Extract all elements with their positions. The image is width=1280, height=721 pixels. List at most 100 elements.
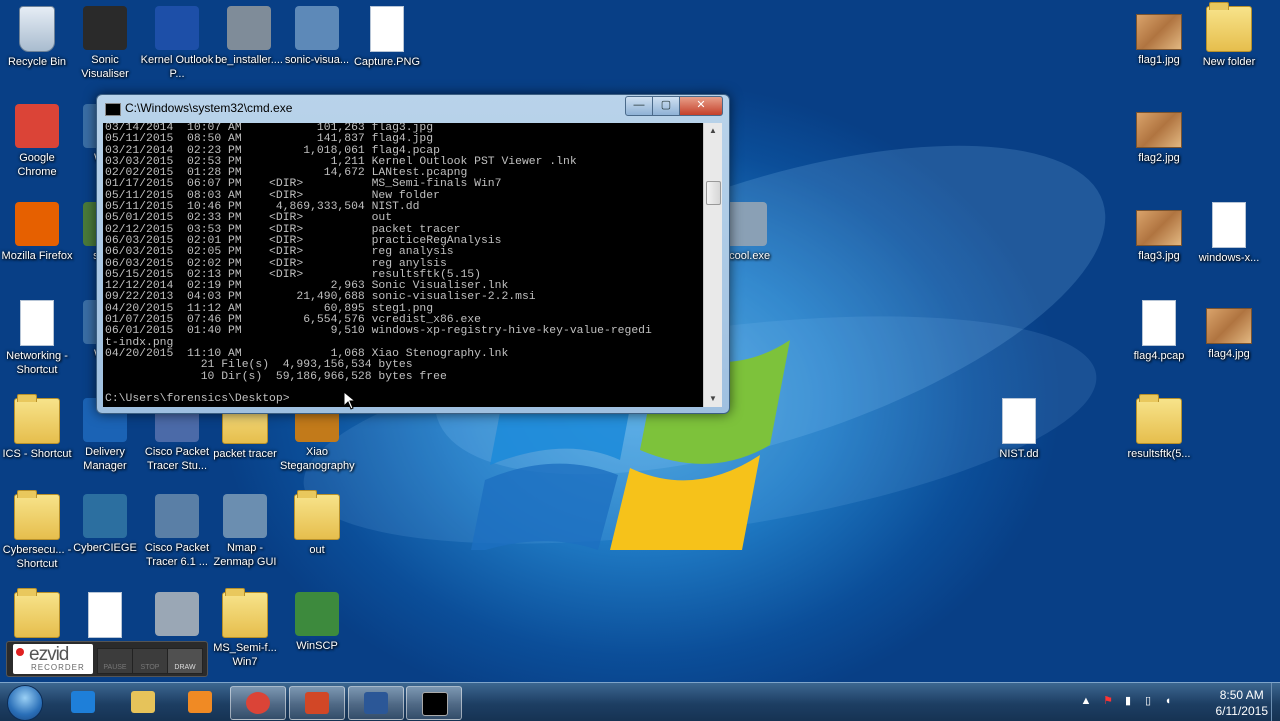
media-player-icon — [188, 691, 212, 713]
action-center-icon[interactable]: ⚑ — [1102, 695, 1114, 707]
desktop-icon-label: Kernel Outlook P... — [140, 54, 214, 80]
desktop-icon[interactable]: CyberCIEGE — [68, 494, 142, 555]
signal-icon[interactable]: ▮ — [1122, 695, 1134, 707]
desktop-icon-label: flag4.jpg — [1208, 348, 1250, 360]
desktop-icon[interactable]: Capture.PNG — [350, 6, 424, 69]
ezvid-sub: RECORDER — [31, 663, 85, 672]
doc-icon — [370, 6, 404, 52]
desktop-icon[interactable]: flag4.jpg — [1192, 300, 1266, 361]
app-icon — [295, 6, 339, 50]
desktop-icon-label: flag4.pcap — [1133, 350, 1185, 362]
minimize-button[interactable]: — — [625, 96, 653, 116]
scroll-up-icon[interactable]: ▲ — [704, 123, 722, 139]
folder-icon — [14, 394, 60, 444]
close-button[interactable]: ✕ — [679, 96, 723, 116]
stop-button[interactable]: STOP — [132, 648, 168, 674]
desktop-icon-label: Delivery Manager — [83, 446, 127, 472]
folder-icon — [14, 490, 60, 540]
pause-button[interactable]: PAUSE — [97, 648, 133, 674]
desktop-icon-label: Capture.PNG — [353, 56, 421, 68]
desktop-icon[interactable]: out — [280, 490, 354, 557]
cmd-titlebar[interactable]: C:\Windows\system32\cmd.exe — ▢ ✕ — [97, 95, 729, 121]
desktop-icon[interactable]: flag3.jpg — [1122, 202, 1196, 263]
taskbar-internet-explorer[interactable] — [56, 686, 110, 718]
doc-icon — [1142, 300, 1176, 346]
desktop: Recycle Bin Sonic Visualiser Kernel Outloo… — [0, 0, 1280, 682]
folder-icon — [294, 490, 340, 540]
desktop-icon-label: Google Chrome — [17, 152, 57, 178]
pic-icon — [1206, 308, 1252, 344]
taskbar-word[interactable] — [348, 686, 404, 720]
scroll-thumb[interactable] — [706, 181, 721, 205]
maximize-button[interactable]: ▢ — [652, 96, 680, 116]
show-hidden-icons-icon[interactable]: ▲ — [1080, 695, 1092, 707]
desktop-icon[interactable]: flag1.jpg — [1122, 6, 1196, 67]
clock[interactable]: 8:50 AM 6/11/2015 — [1216, 687, 1269, 719]
taskbar-chrome[interactable] — [230, 686, 286, 720]
start-button[interactable] — [4, 683, 44, 721]
desktop-icon-label: Mozilla Firefox — [1, 250, 73, 262]
cmd-window[interactable]: C:\Windows\system32\cmd.exe — ▢ ✕ 03/14/… — [96, 94, 730, 414]
desktop-icon[interactable]: Mozilla Firefox — [0, 202, 74, 263]
ezvid-recorder: ezvid RECORDER PAUSE STOP DRAW — [6, 641, 208, 677]
desktop-icon[interactable]: Sonic Visualiser — [68, 6, 142, 81]
clock-date: 6/11/2015 — [1215, 704, 1269, 718]
pic-icon — [1136, 112, 1182, 148]
desktop-icon[interactable]: be_installer.... — [212, 6, 286, 67]
desktop-icon[interactable] — [68, 592, 142, 641]
app-icon — [155, 494, 199, 538]
taskbar-file-explorer[interactable] — [116, 686, 170, 718]
desktop-icon[interactable]: ICS - Shortcut — [0, 394, 74, 461]
taskbar-powerpoint[interactable] — [289, 686, 345, 720]
desktop-icon-label: ICS - Shortcut — [2, 448, 72, 460]
doc-icon — [1212, 202, 1246, 248]
taskbar-cmd[interactable] — [406, 686, 462, 720]
desktop-icon[interactable]: sonic-visua... — [280, 6, 354, 67]
desktop-icon-label: resultsftk(5... — [1127, 448, 1191, 460]
desktop-icon-label: WinSCP — [296, 640, 338, 652]
desktop-icon[interactable]: MS_Semi-f... Win7 — [208, 588, 282, 669]
mouse-cursor-icon — [344, 392, 356, 410]
desktop-icon[interactable]: WinSCP — [280, 592, 354, 653]
desktop-icon[interactable]: Google Chrome — [0, 104, 74, 179]
taskbar-media-player[interactable] — [173, 686, 227, 718]
console-scrollbar[interactable]: ▲ ▼ — [703, 123, 722, 407]
app-icon — [227, 6, 271, 50]
desktop-icon[interactable]: Nmap - Zenmap GUI — [208, 494, 282, 569]
doc-icon — [1002, 398, 1036, 444]
desktop-icon[interactable]: windows-x... — [1192, 202, 1266, 265]
powerpoint-icon — [305, 692, 329, 714]
desktop-icon-label: flag3.jpg — [1138, 250, 1180, 262]
desktop-icon-label: out — [309, 544, 325, 556]
desktop-icon[interactable]: Networking - Shortcut — [0, 300, 74, 377]
desktop-icon[interactable]: New folder — [1192, 2, 1266, 69]
scroll-down-icon[interactable]: ▼ — [704, 391, 722, 407]
network-icon[interactable]: ▯ — [1142, 695, 1154, 707]
desktop-icon[interactable]: Cisco Packet Tracer 6.1 ... — [140, 494, 214, 569]
system-tray: ▲ ⚑ ▮ ▯ ◖ 8:50 AM 6/11/2015 — [1080, 683, 1280, 721]
windows-orb-icon — [7, 685, 43, 721]
show-desktop-button[interactable] — [1271, 683, 1280, 721]
desktop-icon[interactable]: NIST.dd — [982, 398, 1056, 461]
desktop-icon-label: Sonic Visualiser — [81, 54, 129, 80]
bin-icon — [19, 6, 55, 52]
desktop-icon[interactable]: flag2.jpg — [1122, 104, 1196, 165]
desktop-icon[interactable]: Recycle Bin — [0, 6, 74, 69]
draw-button[interactable]: DRAW — [167, 648, 203, 674]
desktop-icon-label: Xiao Steganography — [280, 446, 355, 472]
desktop-icon-label: Networking - Shortcut — [6, 350, 68, 376]
desktop-icon[interactable] — [140, 592, 214, 639]
desktop-icon[interactable]: Cybersecu... - Shortcut — [0, 490, 74, 571]
desktop-icon-label: packet tracer — [213, 448, 277, 460]
app-icon — [155, 6, 199, 50]
desktop-icon[interactable] — [0, 588, 74, 641]
desktop-icon[interactable]: Kernel Outlook P... — [140, 6, 214, 81]
console-text: 03/14/2014 10:07 AM 101,263 flag3.jpg 05… — [105, 123, 652, 406]
desktop-icon-label: windows-x... — [1198, 252, 1260, 264]
volume-icon[interactable]: ◖ — [1162, 695, 1174, 707]
desktop-icon[interactable]: flag4.pcap — [1122, 300, 1196, 363]
app-icon — [15, 104, 59, 148]
console-output[interactable]: 03/14/2014 10:07 AM 101,263 flag3.jpg 05… — [103, 123, 703, 407]
desktop-icon-label: Cisco Packet Tracer 6.1 ... — [144, 542, 210, 568]
desktop-icon[interactable]: resultsftk(5... — [1122, 394, 1196, 461]
